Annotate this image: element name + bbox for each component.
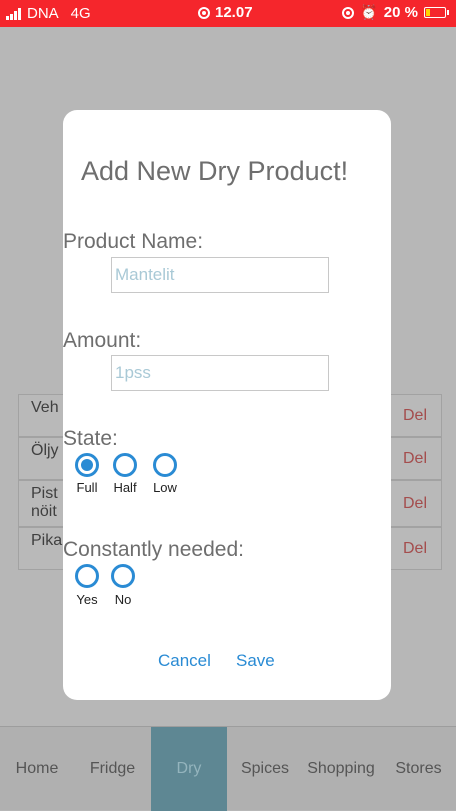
tab-stores[interactable]: Stores (381, 727, 456, 811)
delete-button[interactable]: Del (388, 438, 441, 479)
product-name-input[interactable] (111, 257, 329, 293)
constantly-needed-label: Constantly needed: (63, 538, 244, 561)
status-bar: DNA 4G 12.07 ⏰ 20 % (0, 0, 456, 27)
network-label: 4G (70, 5, 91, 22)
add-product-dialog: Add New Dry Product! Product Name: Amoun… (63, 110, 391, 700)
tab-fridge[interactable]: Fridge (74, 727, 151, 811)
tab-dry[interactable]: Dry (151, 727, 227, 811)
tab-shopping[interactable]: Shopping (301, 727, 381, 811)
tab-home[interactable]: Home (0, 727, 74, 811)
state-full-radio[interactable] (75, 453, 99, 477)
needed-yes-label: Yes (76, 592, 98, 607)
list-item-name: Pist nöit (31, 485, 58, 520)
needed-no-radio[interactable] (111, 564, 135, 588)
signal-icon (6, 7, 21, 20)
list-item-name: Pika (31, 532, 63, 549)
amount-input[interactable] (111, 355, 329, 391)
delete-button[interactable]: Del (388, 528, 441, 569)
list-item-name: Öljy (31, 442, 59, 459)
state-low-radio[interactable] (153, 453, 177, 477)
amount-label: Amount: (63, 329, 142, 352)
status-right: ⏰ 20 % (342, 4, 449, 21)
delete-button[interactable]: Del (388, 481, 441, 526)
status-left: DNA 4G (6, 5, 91, 22)
needed-no-label: No (114, 592, 132, 607)
clock: 12.07 (215, 4, 253, 21)
list-item-name: Veh (31, 399, 59, 416)
carrier-label: DNA (27, 5, 59, 22)
state-half-radio[interactable] (113, 453, 137, 477)
tab-spices[interactable]: Spices (227, 727, 303, 811)
status-center: 12.07 (198, 4, 253, 21)
tab-bar: Home Fridge Dry Spices Shopping Stores (0, 726, 456, 811)
battery-percent: 20 % (383, 4, 418, 21)
state-full-label: Full (76, 480, 98, 495)
needed-yes-radio[interactable] (75, 564, 99, 588)
state-label: State: (63, 427, 118, 450)
state-low-label: Low (153, 480, 177, 495)
dialog-title: Add New Dry Product! (81, 156, 349, 186)
save-button[interactable]: Save (236, 651, 275, 671)
cancel-button[interactable]: Cancel (158, 651, 211, 671)
delete-button[interactable]: Del (388, 395, 441, 436)
recording-icon (198, 6, 210, 19)
state-half-label: Half (113, 480, 137, 495)
product-name-label: Product Name: (63, 230, 204, 253)
lock-rotation-icon (342, 6, 355, 19)
battery-icon (424, 7, 449, 18)
alarm-icon: ⏰ (360, 4, 378, 20)
